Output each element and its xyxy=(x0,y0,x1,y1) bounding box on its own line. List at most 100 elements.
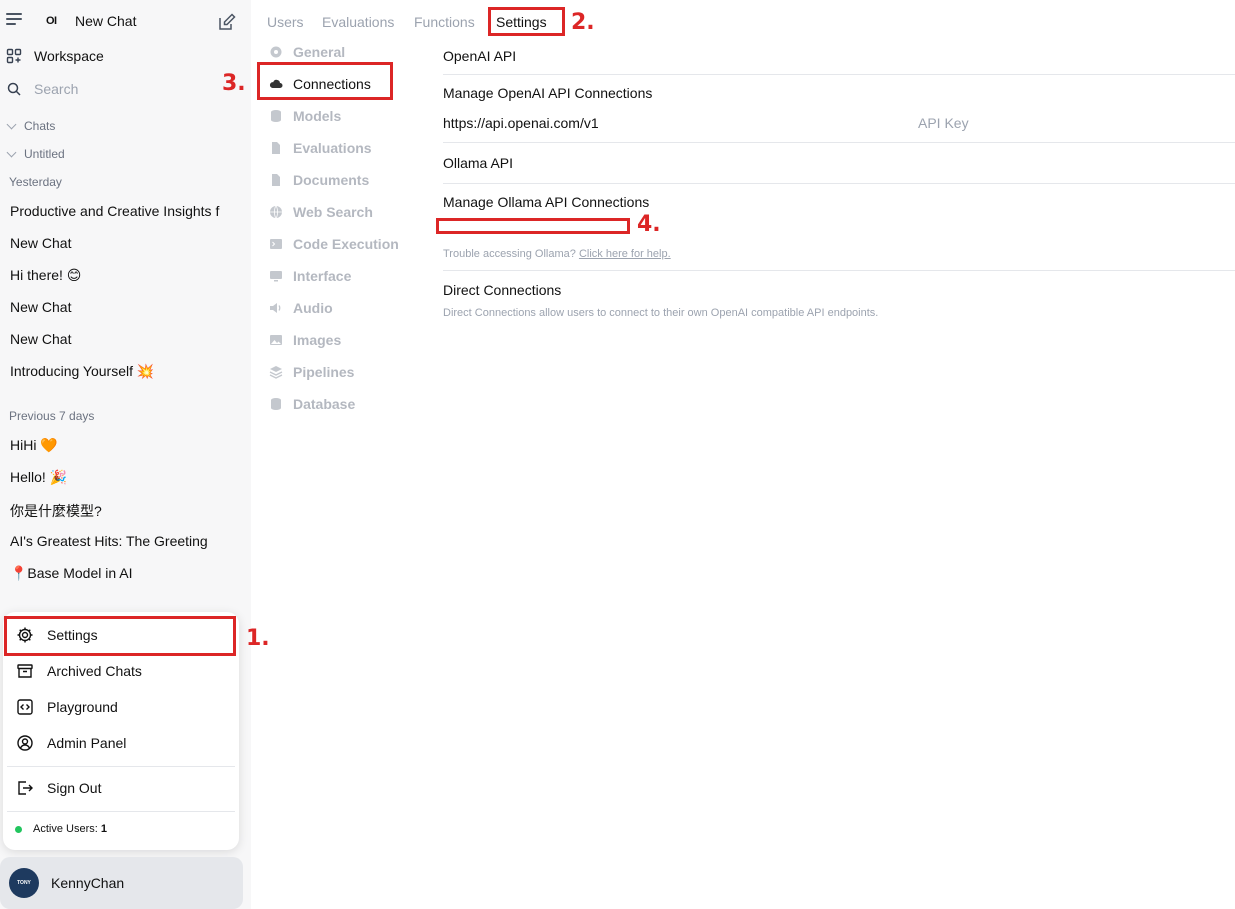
workspace-label: Workspace xyxy=(34,48,104,64)
admin-panel-label: Admin Panel xyxy=(47,735,127,751)
archive-icon xyxy=(17,664,33,678)
sign-out-menu-item[interactable]: Sign Out xyxy=(16,779,101,797)
sign-out-label: Sign Out xyxy=(47,780,102,796)
chat-list-item[interactable]: Productive and Creative Insights f xyxy=(10,203,232,219)
chat-list-item[interactable]: HiHi 🧡 xyxy=(10,437,232,454)
menu-icon[interactable] xyxy=(6,13,22,27)
settings-nav-label: Images xyxy=(293,332,342,348)
api-key-field[interactable]: API Key xyxy=(918,115,969,131)
chat-list-item[interactable]: New Chat xyxy=(10,331,232,347)
new-chat-link[interactable]: New Chat xyxy=(75,13,136,29)
openai-api-title: OpenAI API xyxy=(443,48,517,64)
code-icon xyxy=(17,699,33,715)
annotation-label-4: 4. xyxy=(637,212,661,237)
settings-nav-label: Audio xyxy=(293,300,333,316)
chat-list-item[interactable]: Hello! 🎉 xyxy=(10,469,232,486)
chat-list-item[interactable]: AI's Greatest Hits: The Greeting xyxy=(10,533,232,549)
search-placeholder: Search xyxy=(34,81,79,97)
layers-icon xyxy=(269,365,283,379)
workspace-icon xyxy=(6,48,22,64)
avatar: TONY TRADING xyxy=(9,868,39,898)
database-icon xyxy=(269,109,283,123)
divider xyxy=(443,74,1235,75)
database-icon xyxy=(269,397,283,411)
edit-icon[interactable] xyxy=(217,12,237,32)
menu-divider xyxy=(7,766,235,767)
active-users-indicator: Active Users: 1 xyxy=(15,823,107,835)
search-input[interactable]: Search xyxy=(6,81,78,97)
settings-nav-database[interactable]: Database xyxy=(269,396,355,412)
sign-out-icon xyxy=(18,781,33,795)
playground-menu-item[interactable]: Playground xyxy=(16,698,118,716)
section-chats[interactable]: Chats xyxy=(6,119,56,133)
sidebar: OI New Chat Workspace Search Chats Untit… xyxy=(0,0,251,909)
document-icon xyxy=(269,141,283,155)
ollama-help-text: Trouble accessing Ollama? Click here for… xyxy=(443,248,671,260)
user-profile-button[interactable]: TONY TRADING KennyChan xyxy=(0,857,243,909)
image-icon xyxy=(269,333,283,347)
section-chats-label: Chats xyxy=(24,119,56,133)
settings-nav-images[interactable]: Images xyxy=(269,332,341,348)
tab-functions[interactable]: Functions xyxy=(414,14,475,30)
manage-ollama-label: Manage Ollama API Connections xyxy=(443,194,650,210)
annotation-label-1: 1. xyxy=(246,626,270,651)
annotation-box-2 xyxy=(488,7,565,36)
workspace-link[interactable]: Workspace xyxy=(6,48,104,64)
chat-list-item[interactable]: New Chat xyxy=(10,235,232,251)
ollama-help-link[interactable]: Click here for help. xyxy=(579,248,671,260)
settings-nav-evaluations[interactable]: Evaluations xyxy=(269,140,372,156)
settings-nav-code-execution[interactable]: Code Execution xyxy=(269,236,399,252)
admin-panel-menu-item[interactable]: Admin Panel xyxy=(16,734,126,752)
settings-nav-pipelines[interactable]: Pipelines xyxy=(269,364,354,380)
direct-connections-desc: Direct Connections allow users to connec… xyxy=(443,307,879,319)
annotation-box-3 xyxy=(257,62,393,100)
user-circle-icon xyxy=(17,735,33,751)
tab-users[interactable]: Users xyxy=(267,14,304,30)
monitor-icon xyxy=(269,269,283,283)
ollama-api-title: Ollama API xyxy=(443,155,514,171)
settings-nav-general[interactable]: General xyxy=(269,44,345,60)
chevron-down-icon xyxy=(6,119,17,129)
annotation-box-4 xyxy=(436,218,630,234)
chat-list-item[interactable]: Hi there! 😊 xyxy=(10,267,232,284)
status-dot xyxy=(15,825,22,833)
group-label-yesterday: Yesterday xyxy=(9,175,62,189)
chat-list-item[interactable]: Introducing Yourself 💥 xyxy=(10,363,232,380)
menu-divider xyxy=(7,811,235,812)
settings-nav-documents[interactable]: Documents xyxy=(269,172,369,188)
settings-nav-audio[interactable]: Audio xyxy=(269,300,333,316)
section-untitled-label: Untitled xyxy=(24,147,65,161)
chat-list-item[interactable]: 你是什麼模型? xyxy=(10,501,232,521)
divider xyxy=(443,270,1235,271)
settings-nav-label: Models xyxy=(293,108,342,124)
sidebar-header: OI New Chat xyxy=(0,0,251,44)
globe-icon xyxy=(269,205,283,219)
user-name: KennyChan xyxy=(51,875,125,891)
playground-label: Playground xyxy=(47,699,118,715)
document-icon xyxy=(269,173,283,187)
ollama-help-prefix: Trouble accessing Ollama? xyxy=(443,248,576,260)
chat-list-item[interactable]: New Chat xyxy=(10,299,232,315)
section-untitled[interactable]: Untitled xyxy=(6,147,65,161)
terminal-icon xyxy=(269,237,283,251)
openai-url-field[interactable]: https://api.openai.com/v1 xyxy=(443,115,599,131)
settings-nav-label: Code Execution xyxy=(293,236,399,252)
archived-chats-menu-item[interactable]: Archived Chats xyxy=(16,662,142,680)
divider xyxy=(443,142,1235,143)
gear-icon xyxy=(269,45,283,59)
settings-nav-label: General xyxy=(293,44,346,60)
annotation-label-3: 3. xyxy=(222,71,246,96)
divider xyxy=(443,183,1235,184)
speaker-icon xyxy=(269,301,283,315)
chat-list-item[interactable]: 📍Base Model in AI xyxy=(10,565,232,582)
settings-nav-interface[interactable]: Interface xyxy=(269,268,351,284)
settings-nav-label: Evaluations xyxy=(293,140,372,156)
settings-nav-label: Documents xyxy=(293,172,370,188)
active-users-count: 1 xyxy=(100,823,107,835)
settings-nav-label: Pipelines xyxy=(293,364,355,380)
settings-nav-label: Web Search xyxy=(293,204,373,220)
settings-nav-web-search[interactable]: Web Search xyxy=(269,204,373,220)
tab-evaluations[interactable]: Evaluations xyxy=(322,14,394,30)
settings-nav-models[interactable]: Models xyxy=(269,108,341,124)
direct-connections-title: Direct Connections xyxy=(443,282,562,298)
